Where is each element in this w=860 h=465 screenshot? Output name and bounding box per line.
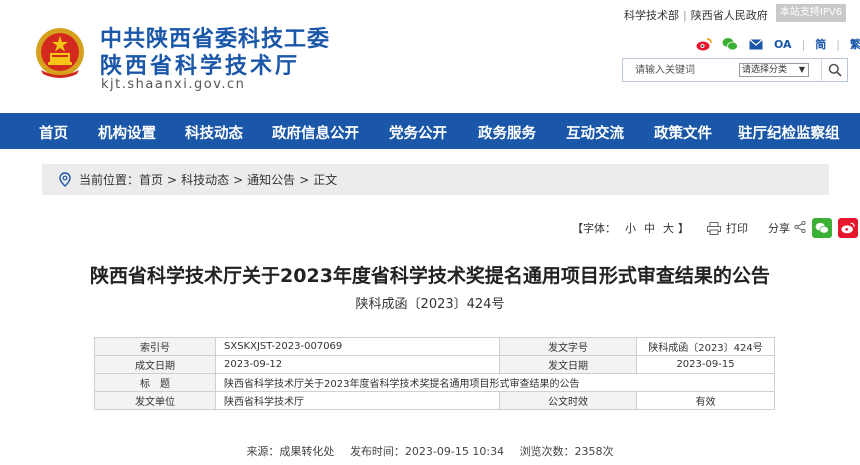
wechat-icon[interactable] [722,37,738,51]
share-wechat-icon[interactable] [812,218,832,238]
social-separator: | [801,37,806,51]
print-button[interactable]: 打印 [726,220,748,236]
print-icon[interactable] [707,221,721,235]
table-row: 标 题 陕西省科学技术厅关于2023年度省科学技术奖提名通用项目形式审查结果的公… [94,373,775,392]
nav-item-sci-tech-news[interactable]: 科技动态 [185,122,243,143]
search-box: 请选择分类 ▼ [622,58,848,82]
article-tools: 【字体： 小 中 大 】 打印 分享 [572,218,858,238]
issued-date-value: 2023-09-15 [636,355,775,374]
title-value: 陕西省科学技术厅关于2023年度省科学技术奖提名通用项目形式审查结果的公告 [215,373,775,392]
site-header: 中共陕西省委科技工委 陕西省科学技术厅 kjt.shaanxi.gov.cn 科… [0,0,860,113]
font-size-medium[interactable]: 中 [644,220,655,236]
nav-item-party-affairs[interactable]: 党务公开 [389,122,447,143]
top-link-most[interactable]: 科学技术部 [624,7,679,23]
breadcrumb-prefix: 当前位置： [79,173,140,187]
location-pin-icon [59,172,71,187]
font-size-label: 【字体： [572,222,616,235]
ipv6-badge: 本站支持IPV6 [776,4,846,22]
breadcrumb-home[interactable]: 首页 [139,171,163,188]
title-label: 标 题 [94,373,216,392]
font-size-large[interactable]: 大 [663,220,674,236]
breadcrumb-separator: > [233,172,244,187]
nav-item-discipline-inspection[interactable]: 驻厅纪检监察组 [738,122,840,143]
category-select-value: 请选择分类 [742,65,788,75]
table-row: 发文单位 陕西省科学技术厅 公文时效 有效 [94,391,775,410]
nav-item-interaction[interactable]: 互动交流 [566,122,624,143]
email-icon[interactable] [748,37,764,51]
chevron-down-icon: ▼ [798,65,805,74]
nav-item-organization[interactable]: 机构设置 [98,122,156,143]
doc-no-value: 陕科成函〔2023〕424号 [636,337,775,356]
validity-label: 公文时效 [499,391,637,410]
top-links: 科学技术部 | 陕西省人民政府 [624,7,768,23]
issuing-unit-label: 发文单位 [94,391,216,410]
article-meta: 来源：成果转化处 发布时间：2023-09-15 10:34 浏览次数：2358… [0,443,860,459]
oa-link[interactable]: OA [774,38,792,51]
org-name-secondary: 陕西省科学技术厅 [100,54,301,79]
search-button[interactable] [821,59,847,81]
simplified-chinese-toggle[interactable]: 简 [815,36,826,52]
search-input[interactable] [623,59,731,81]
breadcrumb-current: 正文 [313,173,338,187]
category-select[interactable]: 请选择分类 ▼ [739,63,809,77]
national-emblem-icon [36,28,84,78]
nav-item-gov-services[interactable]: 政务服务 [478,122,536,143]
font-size-small[interactable]: 小 [625,220,636,236]
breadcrumb-sci-tech-news[interactable]: 科技动态 [181,171,229,188]
share-weibo-icon[interactable] [838,218,858,238]
article-publish-time: 发布时间：2023-09-15 10:34 [349,445,505,458]
site-domain: kjt.shaanxi.gov.cn [101,77,246,92]
top-link-provincial-gov[interactable]: 陕西省人民政府 [691,7,768,23]
nav-item-home[interactable]: 首页 [39,122,68,143]
index-value: SXSKXJST-2023-007069 [215,337,500,356]
document-info-table: 索引号 SXSKXJST-2023-007069 发文字号 陕科成函〔2023〕… [94,337,775,410]
validity-value: 有效 [636,391,775,410]
created-date-label: 成文日期 [94,355,216,374]
nav-item-policy-docs[interactable]: 政策文件 [654,122,712,143]
issued-date-label: 发文日期 [499,355,637,374]
table-row: 索引号 SXSKXJST-2023-007069 发文字号 陕科成函〔2023〕… [94,337,775,356]
weibo-icon[interactable] [696,37,712,51]
created-date-value: 2023-09-12 [215,355,500,374]
article-source: 来源：成果转化处 [246,445,335,458]
index-label: 索引号 [94,337,216,356]
share-label: 分享 [768,222,790,235]
breadcrumb-notices[interactable]: 通知公告 [247,171,295,188]
breadcrumb-separator: > [299,172,310,187]
doc-no-label: 发文字号 [499,337,637,356]
social-separator: | [836,37,841,51]
traditional-chinese-toggle[interactable]: 繁 [850,36,860,52]
font-size-close: 】 [678,222,689,235]
nav-item-gov-info[interactable]: 政府信息公开 [272,122,359,143]
table-row: 成文日期 2023-09-12 发文日期 2023-09-15 [94,355,775,374]
article-doc-number: 陕科成函〔2023〕424号 [355,297,505,312]
article-title: 陕西省科学技术厅关于2023年度省科学技术奖提名通用项目形式审查结果的公告 [90,265,770,287]
issuing-unit-value: 陕西省科学技术厅 [215,391,500,410]
breadcrumb: 当前位置： 首页 > 科技动态 > 通知公告 > 正文 [42,164,829,195]
search-icon [828,63,842,77]
main-nav: 首页 机构设置 科技动态 政府信息公开 党务公开 政务服务 互动交流 政策文件 … [0,113,860,149]
breadcrumb-separator: > [167,172,178,187]
article-views: 浏览次数：2358次 [519,445,614,458]
social-links: OA | 简 | 繁 [696,36,860,52]
share-icon[interactable] [794,220,806,236]
top-link-separator: | [683,8,687,22]
